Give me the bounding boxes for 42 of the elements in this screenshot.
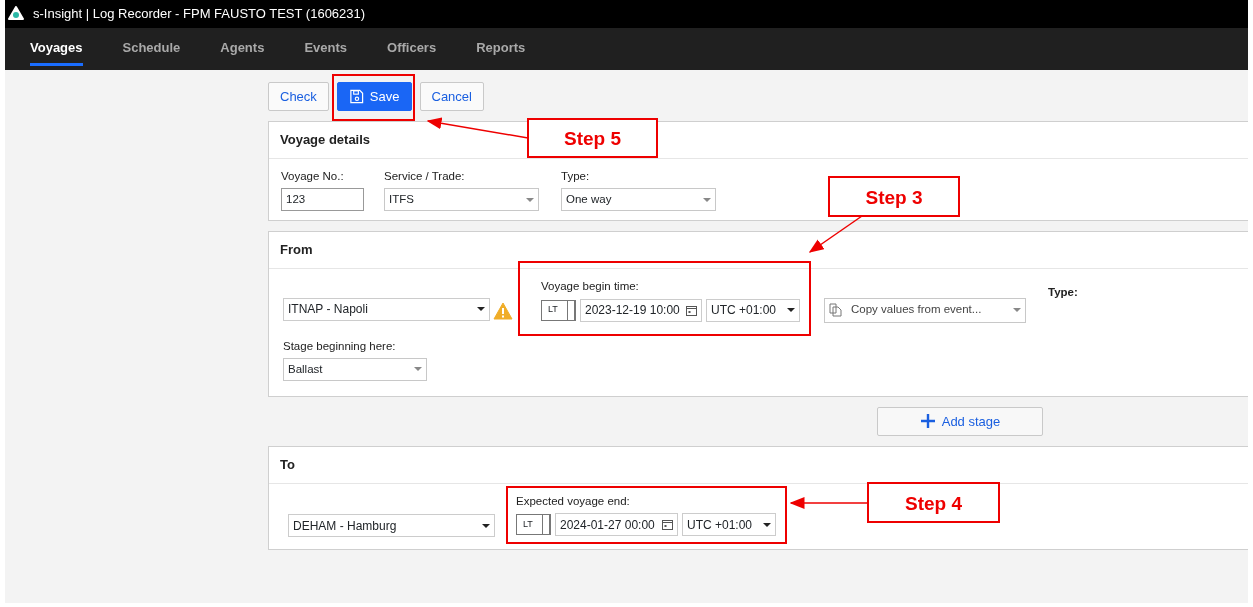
copy-icon <box>829 303 843 317</box>
timezone-dropdown[interactable]: UTC +01:00 <box>706 298 800 322</box>
nav-tab[interactable]: Agents <box>220 32 265 66</box>
dropdown-field[interactable]: ITFS <box>384 188 539 212</box>
panel-title: From <box>269 232 1248 270</box>
field-label: Stage beginning here: <box>283 338 397 354</box>
add-stage-button[interactable]: Add stage <box>877 406 1043 436</box>
lt-toggle[interactable]: LT <box>541 299 576 321</box>
calendar-icon[interactable] <box>662 519 673 530</box>
nav-tab[interactable]: Officers <box>387 32 437 66</box>
nav-tab[interactable]: Schedule <box>122 32 181 66</box>
field-label: Service / Trade: <box>384 169 466 184</box>
field-label: Type: <box>1048 285 1078 301</box>
field-label: Voyage No.: <box>281 169 345 184</box>
window-title: s-Insight | Log Recorder - FPM FAUSTO TEST (1606231) <box>33 5 366 24</box>
datetime-field[interactable]: 2023-12-19 10:00 <box>580 298 702 322</box>
copy-values-dropdown[interactable]: Copy values from event... <box>824 297 1026 323</box>
dropdown-field[interactable]: One way <box>561 188 716 212</box>
toolbar-button[interactable]: Check <box>268 82 329 111</box>
timezone-dropdown[interactable]: UTC +01:00 <box>682 513 776 536</box>
nav-tab[interactable]: Reports <box>476 32 526 66</box>
callout-label: Step 4 <box>905 492 962 514</box>
lt-toggle[interactable]: LT <box>516 514 551 535</box>
toolbar-button[interactable]: Save <box>336 82 412 111</box>
nav-tab[interactable]: Voyages <box>30 32 83 66</box>
save-icon <box>348 89 364 104</box>
callout-label: Step 3 <box>865 186 923 208</box>
nav-tab[interactable]: Events <box>304 32 347 66</box>
app-logo-icon <box>8 6 24 22</box>
dropdown-field[interactable]: DEHAM - Hamburg <box>288 514 495 537</box>
datetime-field[interactable]: 2024-01-27 00:00 <box>555 513 678 536</box>
callout-label: Step 5 <box>564 128 621 149</box>
text-field[interactable]: 123 <box>281 188 364 212</box>
field-label: Voyage begin time: <box>541 279 640 295</box>
field-label: Type: <box>561 169 591 184</box>
dropdown-field[interactable]: ITNAP - Napoli <box>283 297 490 321</box>
toolbar-button[interactable]: Cancel <box>419 82 484 111</box>
pointer-arrow <box>808 215 863 253</box>
plus-icon <box>919 413 936 430</box>
field-label: Expected voyage end: <box>516 493 631 509</box>
calendar-icon[interactable] <box>686 304 697 316</box>
dropdown-field[interactable]: Ballast <box>283 357 427 381</box>
